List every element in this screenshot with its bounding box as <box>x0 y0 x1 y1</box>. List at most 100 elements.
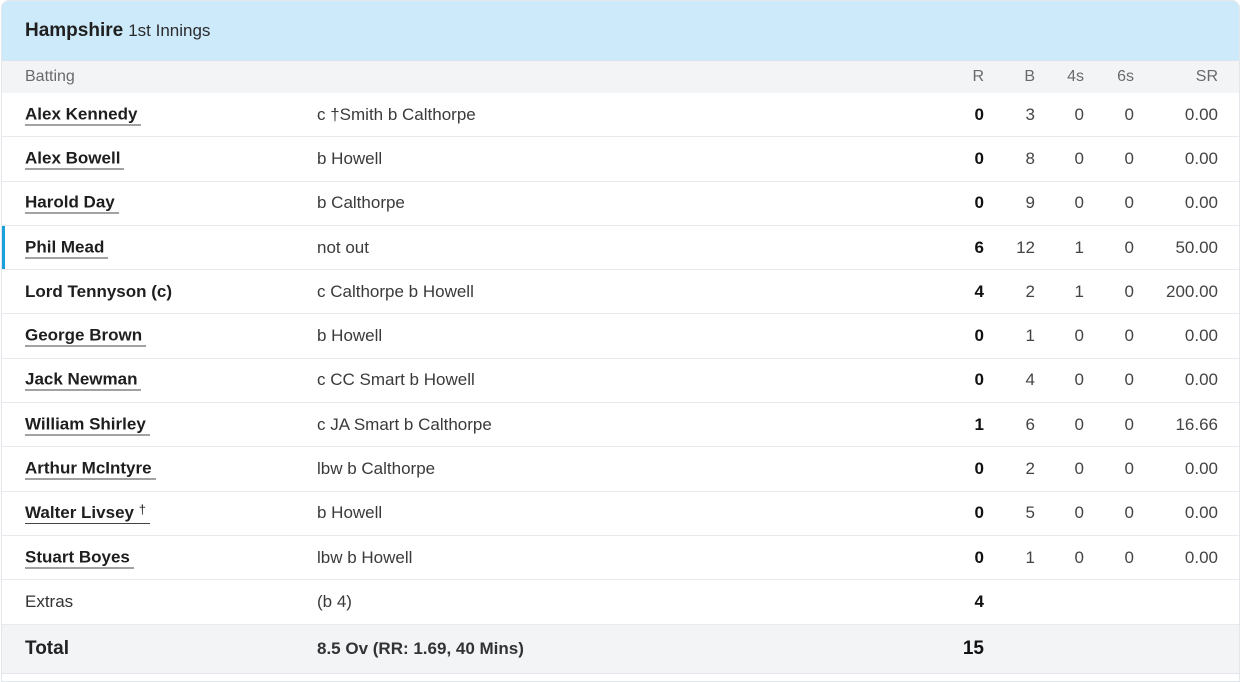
balls: 1 <box>1025 326 1035 346</box>
runs: 0 <box>974 503 984 523</box>
total-label: Total <box>25 637 69 659</box>
dismissal: b Howell <box>317 326 383 346</box>
runs: 6 <box>974 237 984 257</box>
strike-rate: 0.00 <box>1184 503 1218 523</box>
batter-name: Phil Mead <box>25 237 109 259</box>
sixes: 0 <box>1124 237 1134 257</box>
batter-row: Arthur McIntyre lbw b Calthorpe 0 2 0 0 … <box>2 447 1239 492</box>
batter-name-link[interactable]: Walter Livsey † <box>25 502 150 525</box>
strike-rate: 0.00 <box>1184 370 1218 390</box>
strike-rate: 0.00 <box>1184 148 1218 168</box>
batter-name-link[interactable]: William Shirley <box>25 414 150 436</box>
fours: 0 <box>1074 414 1084 434</box>
dismissal: lbw b Calthorpe <box>317 459 436 479</box>
fours: 0 <box>1074 326 1084 346</box>
strike-rate: 0.00 <box>1184 193 1218 213</box>
balls: 12 <box>1016 237 1035 257</box>
table-header: Batting R B 4s 6s SR <box>2 61 1239 93</box>
batter-name-text: Walter Livsey <box>25 503 134 523</box>
strike-rate: 0.00 <box>1184 459 1218 479</box>
total-detail: 8.5 Ov (RR: 1.69, 40 Mins) <box>317 638 524 658</box>
team-name: Hampshire <box>25 19 124 41</box>
batter-name-link[interactable]: Harold Day <box>25 193 119 214</box>
strike-rate: 0.00 <box>1184 547 1218 567</box>
batter-name: Arthur McIntyre <box>25 459 156 480</box>
balls: 6 <box>1025 414 1035 434</box>
fours: 0 <box>1074 547 1084 567</box>
extras-row: Extras (b 4) 4 <box>2 580 1239 625</box>
sixes: 0 <box>1124 503 1134 523</box>
runs: 0 <box>974 148 984 168</box>
dismissal: c †Smith b Calthorpe <box>317 104 476 124</box>
wicketkeeper-mark: † <box>138 502 146 518</box>
batter-row: Alex Bowell b Howell 0 8 0 0 0.00 <box>2 137 1239 182</box>
fours: 0 <box>1074 104 1084 124</box>
sixes: 0 <box>1124 459 1134 479</box>
batter-name-link[interactable]: Alex Kennedy <box>25 104 142 126</box>
sixes: 0 <box>1124 281 1134 301</box>
runs: 4 <box>974 281 984 301</box>
batter-name: Alex Kennedy <box>25 104 142 126</box>
strike-rate: 0.00 <box>1184 326 1218 346</box>
dismissal: c CC Smart b Howell <box>317 370 475 390</box>
extras-label: Extras <box>25 591 74 611</box>
runs: 0 <box>974 326 984 346</box>
col-batting: Batting <box>25 68 75 85</box>
col-fours: 4s <box>1067 68 1084 85</box>
fours: 0 <box>1074 193 1084 213</box>
col-runs: R <box>972 68 984 85</box>
batter-row: George Brown b Howell 0 1 0 0 0.00 <box>2 314 1239 359</box>
sixes: 0 <box>1124 104 1134 124</box>
scorecard: Hampshire 1st Innings Batting R B 4s 6s … <box>1 0 1240 682</box>
strike-rate: 200.00 <box>1166 281 1218 301</box>
balls: 9 <box>1025 193 1035 213</box>
not-out-indicator <box>2 225 5 270</box>
strike-rate: 50.00 <box>1175 237 1218 257</box>
runs: 0 <box>974 547 984 567</box>
balls: 2 <box>1025 281 1035 301</box>
batter-name: Stuart Boyes <box>25 547 134 569</box>
fours: 0 <box>1074 148 1084 168</box>
balls: 4 <box>1025 370 1035 390</box>
col-balls: B <box>1024 68 1035 85</box>
batter-name-link[interactable]: Lord Tennyson (c) <box>25 282 172 302</box>
batter-name: George Brown <box>25 326 147 347</box>
batter-name-link[interactable]: Jack Newman <box>25 370 142 391</box>
batter-name-link[interactable]: George Brown <box>25 326 147 347</box>
batter-row: Lord Tennyson (c) c Calthorpe b Howell 4… <box>2 270 1239 315</box>
strike-rate: 16.66 <box>1175 414 1218 434</box>
batter-name-link[interactable]: Alex Bowell <box>25 148 125 170</box>
batter-name: Walter Livsey † <box>25 502 150 525</box>
extras-detail: (b 4) <box>317 591 352 611</box>
total-value: 15 <box>962 637 984 659</box>
sixes: 0 <box>1124 326 1134 346</box>
balls: 2 <box>1025 459 1035 479</box>
runs: 0 <box>974 370 984 390</box>
innings-label: 1st Innings <box>128 20 211 40</box>
total-row: Total 8.5 Ov (RR: 1.69, 40 Mins) 15 <box>2 624 1239 674</box>
batter-row: Alex Kennedy c †Smith b Calthorpe 0 3 0 … <box>2 93 1239 138</box>
batter-name: Harold Day <box>25 193 119 214</box>
runs: 1 <box>974 414 984 434</box>
runs: 0 <box>974 193 984 213</box>
balls: 3 <box>1025 104 1035 124</box>
batter-name: Lord Tennyson (c) <box>25 281 173 301</box>
col-sixes: 6s <box>1117 68 1134 85</box>
strike-rate: 0.00 <box>1184 104 1218 124</box>
fours: 0 <box>1074 459 1084 479</box>
sixes: 0 <box>1124 414 1134 434</box>
dismissal: b Calthorpe <box>317 193 405 213</box>
innings-header[interactable]: Hampshire 1st Innings <box>2 1 1239 61</box>
batter-row: Jack Newman c CC Smart b Howell 0 4 0 0 … <box>2 359 1239 404</box>
col-strike-rate: SR <box>1195 68 1218 85</box>
balls: 5 <box>1025 503 1035 523</box>
batter-name-link[interactable]: Arthur McIntyre <box>25 459 156 480</box>
extras-value: 4 <box>974 591 984 611</box>
batter-row: Stuart Boyes lbw b Howell 0 1 0 0 0.00 <box>2 536 1239 581</box>
fours: 1 <box>1074 237 1084 257</box>
batter-name-link[interactable]: Stuart Boyes <box>25 547 134 569</box>
batter-name-link[interactable]: Phil Mead <box>25 237 109 259</box>
balls: 1 <box>1025 547 1035 567</box>
balls: 8 <box>1025 148 1035 168</box>
dismissal: lbw b Howell <box>317 547 413 567</box>
